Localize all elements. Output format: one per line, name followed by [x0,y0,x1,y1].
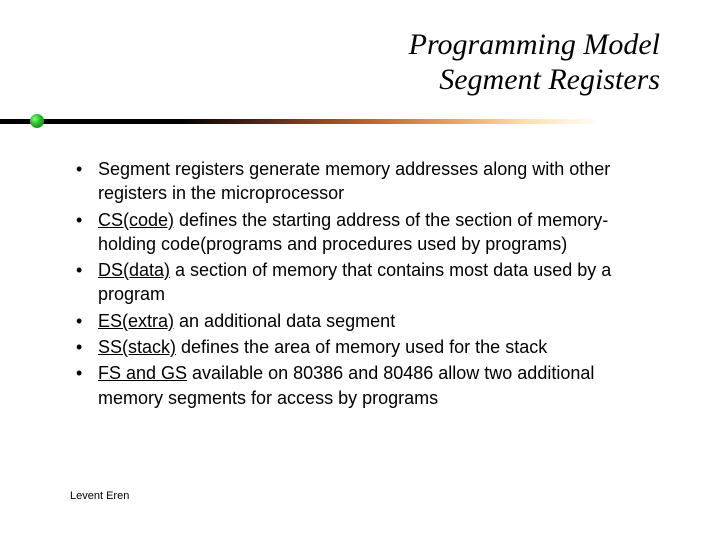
segment-label: CS(code) [98,210,174,230]
segment-label: SS(stack) [98,337,176,357]
title-line-1: Programming Model [0,28,660,63]
segment-label: FS and GS [98,363,187,383]
bullet-text: Segment registers generate memory addres… [98,159,610,203]
content-area: Segment registers generate memory addres… [0,129,720,410]
bullet-list: Segment registers generate memory addres… [70,157,660,410]
segment-label: ES(extra) [98,311,174,331]
list-item: CS(code) defines the starting address of… [70,208,660,257]
bullet-text: defines the area of memory used for the … [176,337,547,357]
list-item: SS(stack) defines the area of memory use… [70,335,660,359]
list-item: FS and GS available on 80386 and 80486 a… [70,361,660,410]
title-line-2: Segment Registers [0,63,660,98]
list-item: ES(extra) an additional data segment [70,309,660,333]
bullet-text: a section of memory that contains most d… [98,260,611,304]
bullet-text: an additional data segment [174,311,395,331]
list-item: Segment registers generate memory addres… [70,157,660,206]
list-item: DS(data) a section of memory that contai… [70,258,660,307]
bullet-text: defines the starting address of the sect… [98,210,608,254]
divider [0,115,720,129]
slide-title-block: Programming Model Segment Registers [0,0,720,107]
divider-bar [0,119,600,124]
footer-author: Levent Eren [70,490,129,502]
segment-label: DS(data) [98,260,170,280]
divider-dot-icon [30,114,44,128]
